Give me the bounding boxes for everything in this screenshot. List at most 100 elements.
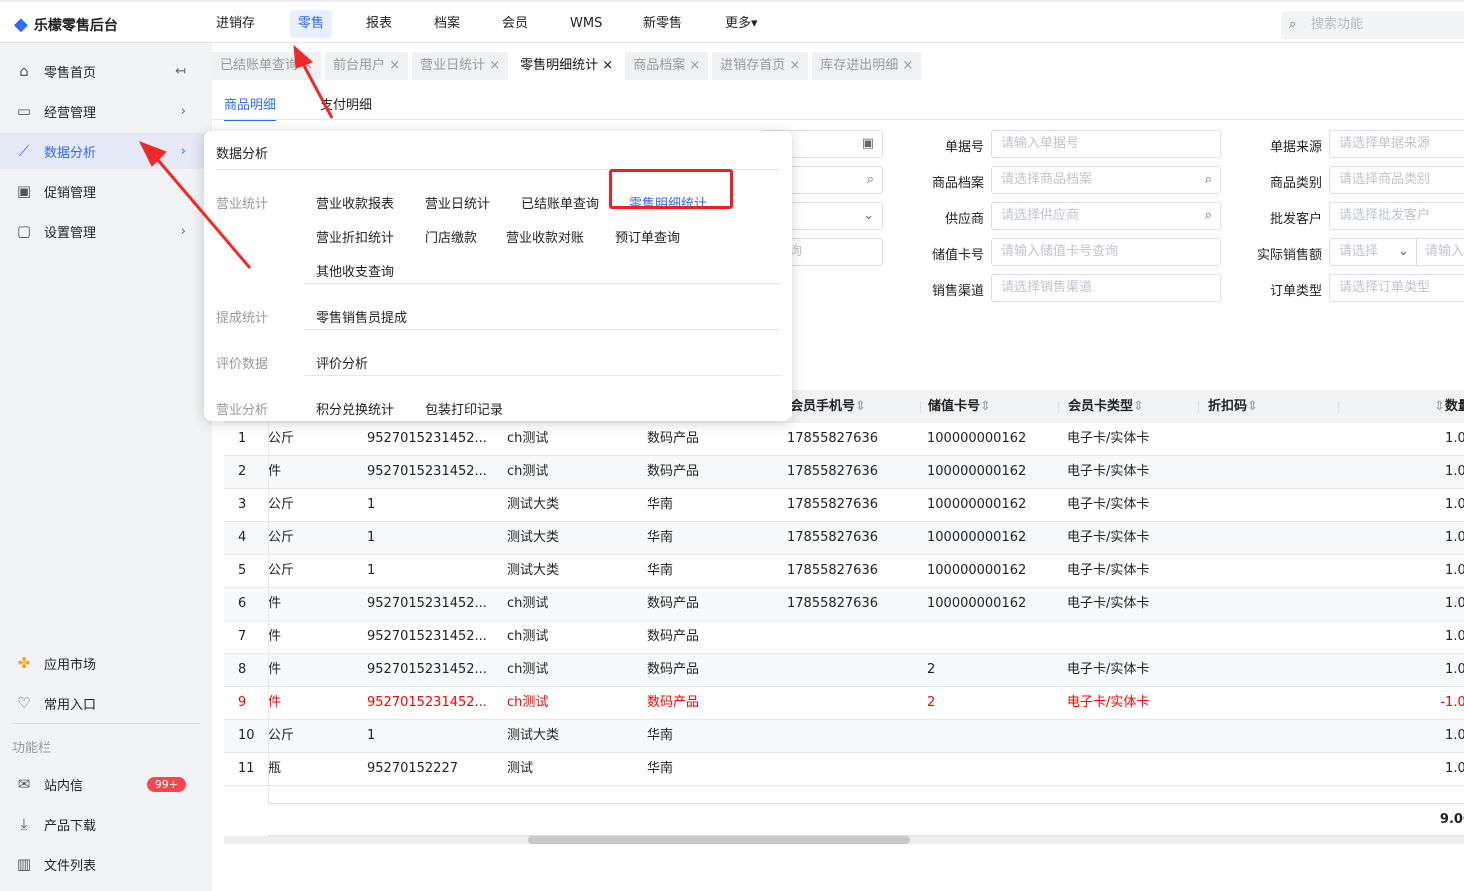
data-analysis-menu: 数据分析 营业统计 营业收款报表 营业日统计 已结账单查询 零售明细统计 营业折扣统计 门店…	[204, 131, 792, 421]
close-icon[interactable]: ×	[898, 58, 913, 73]
subtab-product-detail[interactable]: 商品明细	[224, 94, 277, 121]
close-icon[interactable]: ×	[485, 58, 500, 73]
app-logo[interactable]: ◆ 乐檬零售后台	[14, 14, 118, 35]
sidebar-item-promotion[interactable]: ▣ 促销管理	[0, 173, 204, 209]
tab-5[interactable]: 进销存首页 ×	[712, 52, 809, 80]
sidebar-item-app-market[interactable]: ✤ 应用市场	[0, 645, 204, 681]
menu-link[interactable]: 营业折扣统计	[316, 227, 394, 246]
field-label: 实际销售额	[1256, 248, 1322, 263]
placeholder: 请选择商品档案	[1001, 172, 1093, 187]
subtab-payment-detail[interactable]: 支付明细	[320, 94, 372, 113]
sidebar-item-business[interactable]: ▭ 经营管理 ›	[0, 93, 204, 129]
menu-link[interactable]: 积分兑换统计	[316, 399, 394, 418]
menu-link[interactable]: 门店缴款	[425, 227, 477, 246]
column-header[interactable]: 折扣码⇕	[1208, 390, 1258, 423]
nav-5[interactable]: WMS	[562, 10, 610, 38]
sidebar-item-download[interactable]: ⤓ 产品下载	[0, 806, 204, 842]
menu-link[interactable]: 其他收支查询	[316, 261, 394, 280]
close-icon[interactable]: ×	[385, 58, 400, 73]
tab-1[interactable]: 前台用户 ×	[325, 52, 409, 80]
close-icon[interactable]: ×	[685, 58, 700, 73]
table-row[interactable]: 9 件 9527015231452... ch测试 数码产品 2 电子卡/实体卡 -1.00	[224, 687, 1464, 720]
table-cell: 件	[268, 464, 282, 479]
table-row[interactable]: 2 件 9527015231452... ch测试 数码产品 17855827636 100…	[224, 456, 1464, 489]
column-header[interactable]: 会员手机号⇕	[790, 390, 866, 423]
tab-4[interactable]: 商品档案 ×	[625, 52, 709, 80]
sidebar-item-favorites[interactable]: ♡ 常用入口	[0, 685, 204, 721]
table-cell: 华南	[647, 497, 674, 512]
field-input[interactable]: 请选择批发客户	[1329, 202, 1464, 230]
table-cell: 2	[927, 695, 936, 710]
table-cell: 10	[238, 728, 255, 743]
table-row[interactable]: 8 件 9527015231452... ch测试 数码产品 2 电子卡/实体卡 1.00	[224, 654, 1464, 687]
close-icon[interactable]: ×	[598, 58, 613, 73]
field-input[interactable]: 请选择单据来源	[1329, 130, 1464, 158]
field-input[interactable]: 请选择商品档案 ⌕	[991, 166, 1221, 194]
table-cell: 100000000162	[927, 563, 1027, 578]
table-cell: 电子卡/实体卡	[1067, 695, 1150, 710]
menu-link[interactable]: 已结账单查询	[521, 193, 599, 212]
table-cell: 电子卡/实体卡	[1067, 497, 1150, 512]
field-input[interactable]: 请选择订单类型	[1329, 274, 1464, 302]
nav-2[interactable]: 报表	[358, 10, 400, 38]
sidebar-item-settings[interactable]: ▢ 设置管理 ›	[0, 213, 204, 249]
placeholder: 请选择供应商	[1001, 208, 1080, 223]
tab-6[interactable]: 库存进出明细 ×	[812, 52, 922, 80]
nav-7[interactable]: 更多▾	[717, 10, 766, 38]
table-row[interactable]: 3 公斤 1 测试大类 华南 17855827636 100000000162 电子卡/实体卡…	[224, 489, 1464, 522]
calendar-icon: ▣	[861, 136, 874, 151]
tab-3[interactable]: 零售明细统计 ×	[512, 52, 622, 80]
promotion-icon: ▣	[16, 182, 32, 200]
tab-0[interactable]: 已结账单查询 ×	[212, 52, 322, 80]
unread-badge: 99+	[146, 776, 186, 792]
menu-link[interactable]: 营业收款对账	[506, 227, 584, 246]
column-divider	[920, 401, 921, 413]
column-header[interactable]: ⇕数量	[1434, 390, 1464, 423]
nav-3[interactable]: 档案	[426, 10, 468, 38]
menu-link[interactable]: 营业收款报表	[316, 193, 394, 212]
table-row[interactable]: 5 公斤 1 测试大类 华南 17855827636 100000000162 电子卡/实体卡…	[224, 555, 1464, 588]
menu-link[interactable]: 包装打印记录	[425, 399, 503, 418]
horizontal-scrollbar[interactable]	[224, 836, 1464, 844]
column-header[interactable]: 储值卡号⇕	[928, 390, 991, 423]
search-icon: ⌕	[1204, 208, 1212, 223]
collapse-icon[interactable]: ↤	[175, 64, 186, 79]
field-label: 单据来源	[1269, 140, 1322, 155]
sidebar-item-home[interactable]: ⌂ 零售首页 ↤	[0, 53, 204, 89]
nav-4[interactable]: 会员	[494, 10, 536, 38]
search-input[interactable]: ⌕ 搜索功能	[1281, 11, 1464, 39]
menu-link[interactable]: 评价分析	[316, 353, 368, 372]
nav-6[interactable]: 新零售	[635, 10, 690, 38]
table-row[interactable]: 11 瓶 95270152227 测试 华南 1.00	[224, 753, 1464, 786]
nav-0[interactable]: 进销存	[208, 10, 263, 38]
field-input[interactable]: 请选择供应商 ⌕	[991, 202, 1221, 230]
sidebar-item-messages[interactable]: ✉ 站内信 99+	[0, 766, 204, 802]
index-divider	[268, 423, 269, 836]
table-cell: 数码产品	[647, 464, 700, 479]
table-row[interactable]: 4 公斤 1 测试大类 华南 17855827636 100000000162 电子卡/实体卡…	[224, 522, 1464, 555]
menu-link[interactable]: 零售销售员提成	[316, 307, 407, 326]
table-row[interactable]: 1 公斤 9527015231452... ch测试 数码产品 17855827636 10…	[224, 423, 1464, 456]
tab-2[interactable]: 营业日统计 ×	[412, 52, 509, 80]
field-input[interactable]: 请输入单据号	[991, 130, 1221, 158]
menu-link[interactable]: 预订单查询	[615, 227, 680, 246]
field-input[interactable]: 请选择 ⌄ 请输入	[1329, 238, 1464, 266]
close-icon[interactable]: ×	[785, 58, 800, 73]
table-row[interactable]: 10 公斤 1 测试大类 华南 1.00	[224, 720, 1464, 753]
column-header[interactable]: 会员卡类型⇕	[1068, 390, 1144, 423]
menu-link[interactable]: 营业日统计	[425, 193, 490, 212]
sidebar-item-files[interactable]: ▥ 文件列表	[0, 846, 204, 882]
table-cell: 瓶	[268, 761, 282, 776]
logo-icon: ◆	[14, 14, 28, 35]
table-row[interactable]: 7 件 9527015231452... ch测试 数码产品 1.00	[224, 621, 1464, 654]
table-row[interactable]: 6 件 9527015231452... ch测试 数码产品 17855827636 100…	[224, 588, 1464, 621]
nav-1[interactable]: 零售	[290, 10, 333, 38]
sidebar-item-data-analysis[interactable]: ⟋ 数据分析 ›	[0, 133, 204, 169]
field-input[interactable]: 请输入储值卡号查询	[991, 238, 1221, 266]
field-input[interactable]: 请选择商品类别	[1329, 166, 1464, 194]
table-cell: 公斤	[268, 431, 295, 446]
table-cell: 100000000162	[927, 596, 1027, 611]
scrollbar-thumb[interactable]	[528, 836, 910, 844]
field-input[interactable]: 请选择销售渠道	[991, 274, 1221, 302]
close-icon[interactable]: ×	[298, 58, 313, 73]
